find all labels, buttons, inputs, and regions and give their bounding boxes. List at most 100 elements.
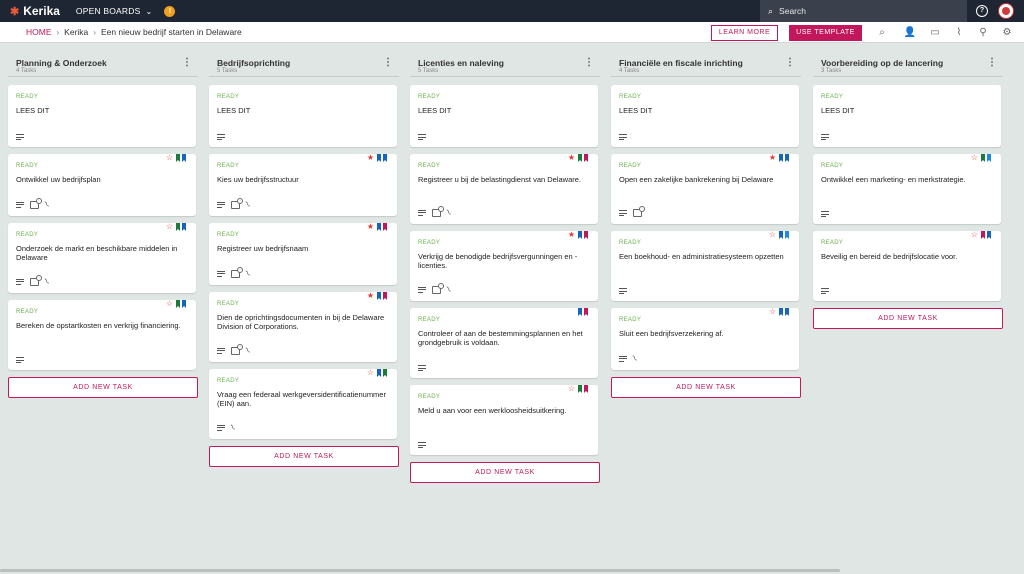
task-card[interactable]: ★ READY Verkrijg de benodigde bedrijfsverg… [410, 231, 598, 301]
task-card[interactable]: ☆ READY Beveilig en bereid de bedrijfsloca… [813, 231, 1001, 301]
star-filled-icon[interactable]: ★ [367, 223, 374, 231]
tag-flag-icon [383, 292, 387, 300]
tag-flag-icon [584, 385, 588, 393]
more-vertical-icon[interactable]: ⋮ [785, 57, 795, 68]
search-icon: ⌕ [768, 5, 774, 16]
task-card[interactable]: READY LEES DIT [8, 85, 196, 147]
column-header[interactable]: Financiële en fiscale inrichting 4 Tasks ⋮ [611, 53, 801, 77]
breadcrumb-org[interactable]: Kerika [64, 27, 88, 37]
add-new-task-button[interactable]: ADD NEW TASK [209, 446, 399, 467]
more-vertical-icon[interactable]: ⋮ [987, 57, 997, 68]
task-card[interactable]: ☆ READY Meld u aan voor een werkloosheidsu… [410, 385, 598, 455]
tag-flag-icon [981, 231, 985, 239]
column-header[interactable]: Licenties en naleving 5 Tasks ⋮ [410, 53, 600, 77]
add-new-task-button[interactable]: ADD NEW TASK [410, 462, 600, 483]
star-outline-icon[interactable]: ☆ [166, 223, 173, 231]
column-header[interactable]: Planning & Onderzoek 4 Tasks ⋮ [8, 53, 198, 77]
card-tags: ★ [568, 231, 588, 239]
star-outline-icon[interactable]: ☆ [568, 385, 575, 393]
card-status: READY [16, 309, 39, 315]
tag-flag-icon [377, 369, 381, 377]
star-outline-icon[interactable]: ☆ [166, 154, 173, 162]
description-icon [619, 134, 627, 140]
open-boards-menu[interactable]: OPEN BOARDS ⌄ [76, 6, 152, 16]
attachment-icon[interactable]: ⌇ [952, 26, 966, 40]
task-card[interactable]: ☆ READY Sluit een bedrijfsverzekering af. ⌇ [611, 308, 799, 370]
attachment-icon: ⌇ [244, 199, 252, 210]
column-title: Voorbereiding op de lancering [821, 58, 944, 68]
checklist-icon: · [633, 206, 645, 217]
task-card[interactable]: ★ READY Registreer uw bedrijfsnaam · ⌇ [209, 223, 397, 285]
star-filled-icon[interactable]: ★ [367, 154, 374, 162]
card-status: READY [418, 394, 441, 400]
task-card[interactable]: ☆ READY Ontwikkel uw bedrijfsplan · ⌇ [8, 154, 196, 216]
org-badge[interactable]: ! [164, 5, 176, 17]
add-new-task-button[interactable]: ADD NEW TASK [611, 377, 801, 398]
star-outline-icon[interactable]: ☆ [971, 154, 978, 162]
task-card[interactable]: ☆ READY Ontwikkel een marketing- en merkst… [813, 154, 1001, 224]
card-icons [418, 134, 426, 140]
star-outline-icon[interactable]: ☆ [971, 231, 978, 239]
more-vertical-icon[interactable]: ⋮ [383, 57, 393, 68]
add-new-task-button[interactable]: ADD NEW TASK [8, 377, 198, 398]
star-filled-icon[interactable]: ★ [769, 154, 776, 162]
add-new-task-button[interactable]: ADD NEW TASK [813, 308, 1003, 329]
card-tags: ☆ [769, 231, 789, 239]
card-title: LEES DIT [16, 106, 50, 115]
tag-flag-icon [779, 154, 783, 162]
add-person-icon[interactable]: 👤 [903, 26, 917, 40]
column-header[interactable]: Bedrijfsoprichting 5 Tasks ⋮ [209, 53, 399, 77]
app-logo[interactable]: ✱ Kerika [10, 4, 60, 18]
tag-flag-icon [182, 154, 186, 162]
card-icons [619, 134, 627, 140]
breadcrumb-home[interactable]: HOME [26, 27, 52, 37]
column-title: Licenties en naleving [418, 58, 504, 68]
task-card[interactable]: ☆ READY Bereken de opstartkosten en verkri… [8, 300, 196, 370]
help-icon[interactable]: ? [976, 5, 988, 17]
card-title: Registreer u bij de belastingdienst van … [418, 175, 582, 184]
star-filled-icon[interactable]: ★ [367, 292, 374, 300]
horizontal-scrollbar[interactable] [0, 569, 840, 572]
task-card[interactable]: ★ READY Dien de oprichtingsdocumenten in b… [209, 292, 397, 362]
task-card[interactable]: READY LEES DIT [410, 85, 598, 147]
card-status: READY [217, 232, 240, 238]
star-outline-icon[interactable]: ☆ [769, 308, 776, 316]
card-status: READY [16, 94, 39, 100]
task-card[interactable]: ☆ READY Onderzoek de markt en beschikbare … [8, 223, 196, 293]
tag-flag-icon [981, 154, 985, 162]
task-card[interactable]: READY Controleer of aan de bestemmingspla… [410, 308, 598, 378]
search-input[interactable]: ⌕ Search [760, 0, 967, 22]
star-outline-icon[interactable]: ☆ [769, 231, 776, 239]
task-card[interactable]: READY LEES DIT [209, 85, 397, 147]
more-vertical-icon[interactable]: ⋮ [182, 57, 192, 68]
task-card[interactable]: ★ READY Kies uw bedrijfsstructuur · ⌇ [209, 154, 397, 216]
magic-wand-icon[interactable]: ⚲ [976, 26, 990, 40]
avatar[interactable] [998, 3, 1014, 19]
chat-icon[interactable]: ▭ [928, 26, 942, 40]
card-tags: ★ [367, 223, 387, 231]
star-filled-icon[interactable]: ★ [568, 231, 575, 239]
task-card[interactable]: ☆ READY Een boekhoud- en administratiesyst… [611, 231, 799, 301]
more-vertical-icon[interactable]: ⋮ [584, 57, 594, 68]
search-board-icon[interactable]: ⌕ [875, 26, 889, 40]
task-card[interactable]: ☆ READY Vraag een federaal werkgeversident… [209, 369, 397, 439]
task-card[interactable]: READY LEES DIT [813, 85, 1001, 147]
gear-icon[interactable]: ⚙ [1000, 26, 1014, 40]
tag-flag-icon [383, 369, 387, 377]
card-icons: ⌇ [217, 423, 237, 432]
tag-flag-icon [584, 231, 588, 239]
card-title: Registreer uw bedrijfsnaam [217, 244, 309, 253]
learn-more-button[interactable]: LEARN MORE [711, 25, 778, 41]
card-status: READY [418, 240, 441, 246]
star-outline-icon[interactable]: ☆ [166, 300, 173, 308]
tag-flag-icon [383, 154, 387, 162]
column-header[interactable]: Voorbereiding op de lancering 3 Tasks ⋮ [813, 53, 1003, 77]
use-template-button[interactable]: USE TEMPLATE [789, 25, 862, 41]
task-card[interactable]: ★ READY Open een zakelijke bankrekening bi… [611, 154, 799, 224]
card-title: Beveilig en bereid de bedrijfslocatie vo… [821, 252, 958, 261]
star-outline-icon[interactable]: ☆ [367, 369, 374, 377]
task-card[interactable]: READY LEES DIT [611, 85, 799, 147]
task-card[interactable]: ★ READY Registreer u bij de belastingdiens… [410, 154, 598, 224]
kerika-logo-icon: ✱ [10, 5, 20, 18]
star-filled-icon[interactable]: ★ [568, 154, 575, 162]
